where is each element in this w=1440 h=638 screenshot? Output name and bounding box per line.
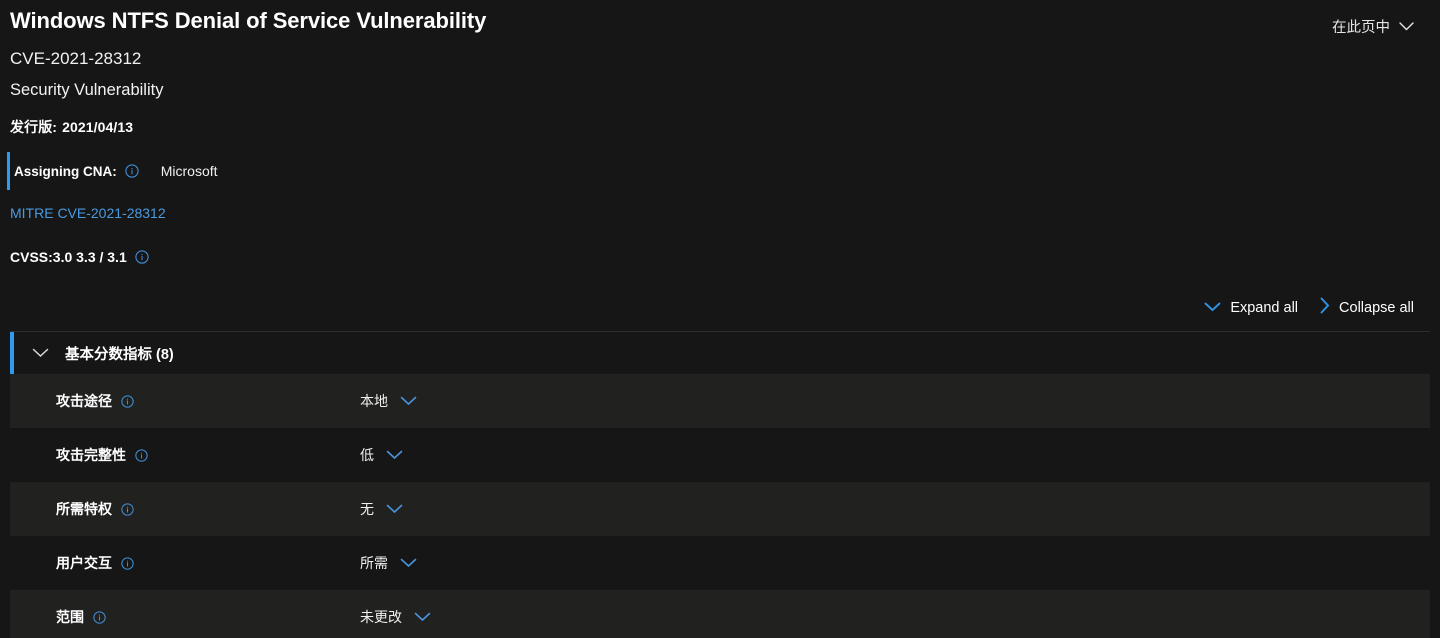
base-score-metrics-section: 基本分数指标 (8) 攻击途径 本地 攻击完整性 低 所需特权 无 用户交互 所…: [10, 331, 1430, 638]
on-this-page-dropdown[interactable]: 在此页中: [1332, 16, 1414, 37]
info-icon[interactable]: [135, 250, 149, 264]
metric-value-dropdown[interactable]: 本地: [360, 391, 417, 411]
metric-value-text: 未更改: [360, 609, 402, 625]
metric-label-cell: 攻击途径: [56, 391, 360, 411]
metric-rows: 攻击途径 本地 攻击完整性 低 所需特权 无 用户交互 所需 范围 未更改: [10, 374, 1430, 638]
info-icon[interactable]: [120, 394, 134, 408]
page-title: Windows NTFS Denial of Service Vulnerabi…: [10, 8, 487, 33]
section-title: 基本分数指标 (8): [65, 346, 174, 363]
assigning-cna-label: Assigning CNA:: [14, 163, 117, 179]
info-icon[interactable]: [92, 610, 106, 624]
section-header-base-score[interactable]: 基本分数指标 (8): [10, 332, 1430, 374]
metric-label-cell: 用户交互: [56, 553, 360, 573]
chevron-down-icon: [414, 609, 431, 625]
table-row[interactable]: 用户交互 所需: [10, 536, 1430, 590]
metric-value-text: 无: [360, 501, 374, 517]
metric-value-dropdown[interactable]: 未更改: [360, 607, 431, 627]
chevron-down-icon: [386, 447, 403, 463]
chevron-right-icon: [1320, 297, 1330, 318]
info-icon[interactable]: [120, 556, 134, 570]
metric-label-cell: 所需特权: [56, 499, 360, 519]
metric-label-text: 攻击完整性: [56, 447, 126, 463]
mitre-cve-link[interactable]: MITRE CVE-2021-28312: [10, 205, 166, 221]
metric-label-text: 范围: [56, 609, 84, 625]
expand-all-label: Expand all: [1230, 299, 1299, 316]
chevron-down-icon: [400, 555, 417, 571]
assigning-cna-value: Microsoft: [160, 163, 218, 179]
collapse-all-label: Collapse all: [1339, 299, 1414, 316]
table-row[interactable]: 攻击途径 本地: [10, 374, 1430, 428]
expand-collapse-controls: Expand all Collapse all: [1204, 297, 1414, 318]
release-date-value: 2021/04/13: [62, 119, 134, 135]
metric-value-dropdown[interactable]: 低: [360, 445, 403, 465]
metric-value-dropdown[interactable]: 无: [360, 499, 403, 519]
chevron-down-icon: [1399, 19, 1414, 35]
info-icon[interactable]: [120, 502, 134, 516]
cve-type: Security Vulnerability: [10, 81, 164, 99]
collapse-all-button[interactable]: Collapse all: [1320, 297, 1414, 318]
cvss-score-line: CVSS:3.0 3.3 / 3.1: [10, 249, 149, 265]
table-row[interactable]: 范围 未更改: [10, 590, 1430, 638]
info-icon[interactable]: [134, 448, 148, 462]
metric-value-text: 所需: [360, 555, 388, 571]
chevron-down-icon: [32, 345, 49, 361]
info-icon[interactable]: [125, 164, 139, 178]
chevron-down-icon: [400, 393, 417, 409]
metric-value-text: 低: [360, 447, 374, 463]
assigning-cna-block: Assigning CNA: Microsoft: [7, 152, 218, 190]
metric-label-text: 攻击途径: [56, 393, 112, 409]
on-this-page-label: 在此页中: [1332, 20, 1390, 36]
chevron-down-icon: [1204, 300, 1221, 316]
table-row[interactable]: 所需特权 无: [10, 482, 1430, 536]
metric-label-cell: 攻击完整性: [56, 445, 360, 465]
cvss-score-text: CVSS:3.0 3.3 / 3.1: [10, 249, 127, 265]
metric-label-text: 所需特权: [56, 501, 112, 517]
metric-value-dropdown[interactable]: 所需: [360, 553, 417, 573]
metric-label-text: 用户交互: [56, 555, 112, 571]
chevron-down-icon: [386, 501, 403, 517]
release-date-line: 发行版: 2021/04/13: [10, 117, 133, 137]
cve-detail-page: 在此页中 Windows NTFS Denial of Service Vuln…: [0, 0, 1440, 638]
cve-id: CVE-2021-28312: [10, 49, 142, 68]
expand-all-button[interactable]: Expand all: [1204, 300, 1298, 316]
metric-value-text: 本地: [360, 393, 388, 409]
table-row[interactable]: 攻击完整性 低: [10, 428, 1430, 482]
release-label: 发行版:: [10, 119, 58, 135]
metric-label-cell: 范围: [56, 607, 360, 627]
